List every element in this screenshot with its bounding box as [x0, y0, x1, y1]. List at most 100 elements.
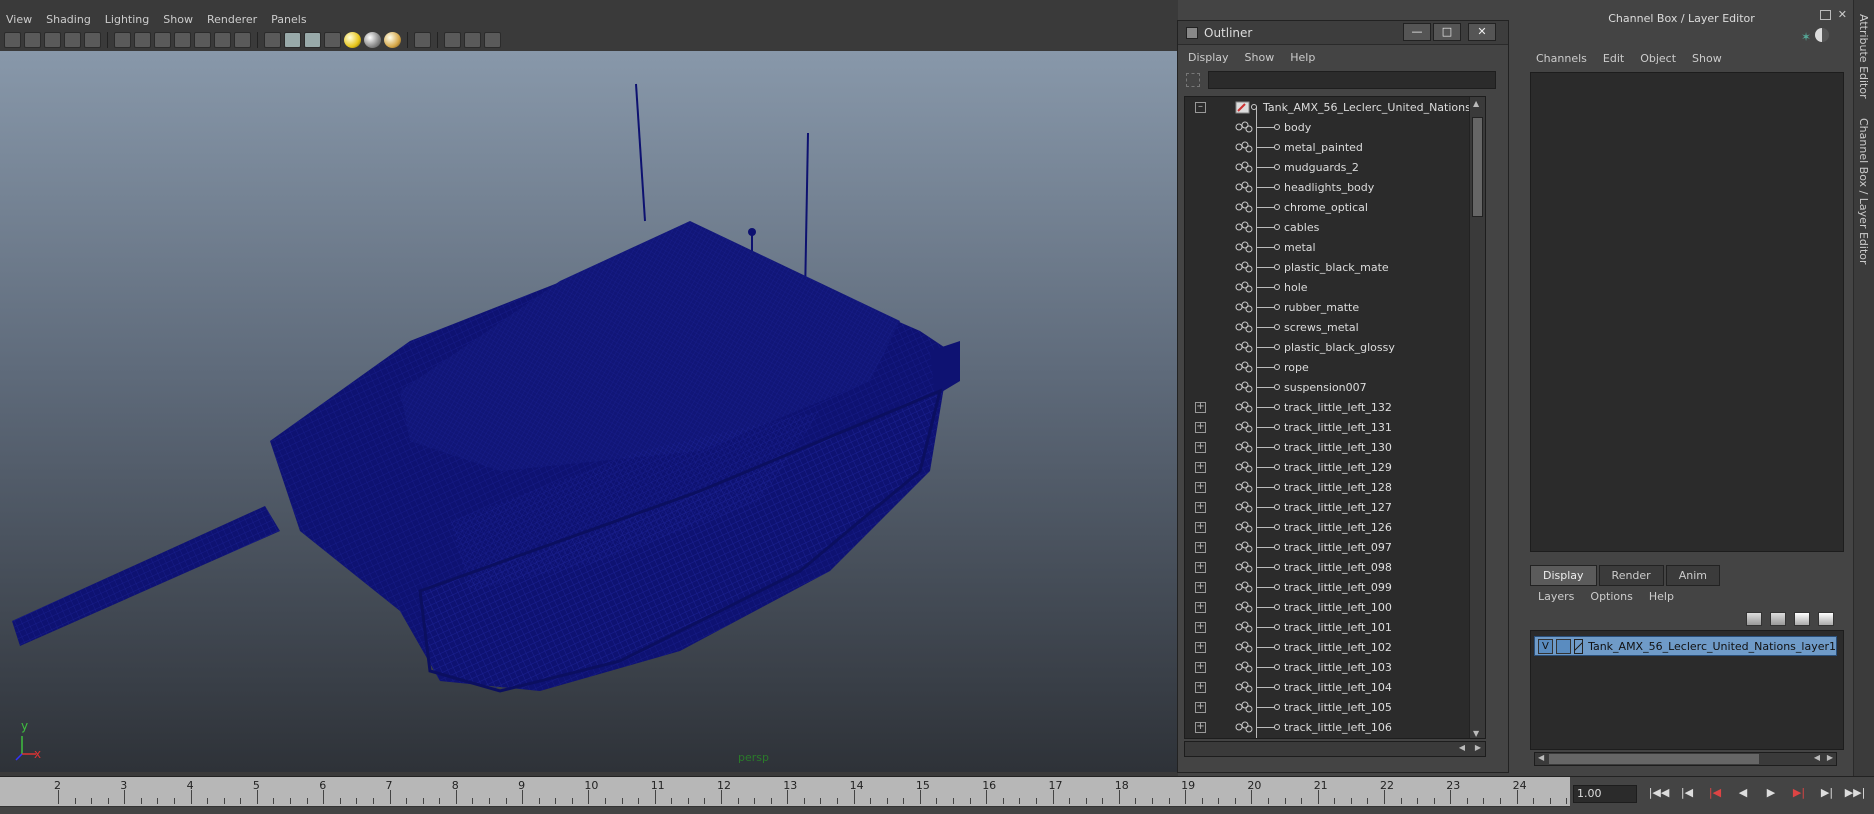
- tree-row[interactable]: + track_little_left_104: [1185, 677, 1485, 697]
- menu-renderer[interactable]: Renderer: [207, 13, 257, 26]
- expand-icon[interactable]: +: [1195, 621, 1206, 633]
- collapse-icon[interactable]: –: [1195, 101, 1206, 113]
- textured-icon[interactable]: [324, 32, 341, 48]
- layer-playback-toggle[interactable]: [1555, 638, 1571, 654]
- tree-row[interactable]: + track_little_left_099: [1185, 577, 1485, 597]
- step-forward-frame-icon[interactable]: ▶|: [1816, 785, 1838, 801]
- expand-icon[interactable]: +: [1195, 601, 1206, 613]
- tree-row[interactable]: metal: [1185, 237, 1485, 257]
- menu-panels[interactable]: Panels: [271, 13, 306, 26]
- outliner-horizontal-scrollbar[interactable]: ◀ ▶: [1184, 741, 1486, 757]
- tree-row[interactable]: + track_little_left_105: [1185, 697, 1485, 717]
- tree-row[interactable]: suspension007: [1185, 377, 1485, 397]
- expand-icon[interactable]: +: [1195, 521, 1206, 533]
- tree-row[interactable]: chrome_optical: [1185, 197, 1485, 217]
- layer-menu-options[interactable]: Options: [1590, 590, 1632, 603]
- menu-show[interactable]: Show: [163, 13, 193, 26]
- outliner-menu-show[interactable]: Show: [1245, 51, 1275, 64]
- layer-menu-help[interactable]: Help: [1649, 590, 1674, 603]
- new-layer-selected-icon[interactable]: [1818, 612, 1834, 626]
- high-quality-icon[interactable]: [384, 32, 401, 48]
- outliner-menu-display[interactable]: Display: [1188, 51, 1229, 64]
- safe-action-icon[interactable]: [214, 32, 231, 48]
- expand-icon[interactable]: +: [1195, 681, 1206, 693]
- maximize-icon[interactable]: □: [1433, 23, 1461, 41]
- isolate-select-icon[interactable]: [414, 32, 431, 48]
- tab-channel-box[interactable]: Channel Box / Layer Editor: [1857, 118, 1870, 265]
- tree-row[interactable]: plastic_black_glossy: [1185, 337, 1485, 357]
- tab-display[interactable]: Display: [1530, 565, 1597, 586]
- expand-icon[interactable]: +: [1195, 481, 1206, 493]
- shadows-icon[interactable]: [364, 32, 381, 48]
- scroll-down-icon[interactable]: ▼: [1473, 729, 1479, 738]
- close-icon[interactable]: ✕: [1468, 23, 1496, 41]
- scroll-left-icon[interactable]: ◀: [1814, 753, 1820, 762]
- expand-icon[interactable]: +: [1195, 721, 1206, 733]
- bookmark-icon[interactable]: [44, 32, 61, 48]
- time-ruler[interactable]: 2 3 4 5 6 7 8 9 10 11 12 13 14 15 16 17 18 19 20 21 22 23 24: [0, 777, 1570, 807]
- play-backwards-icon[interactable]: ◀: [1732, 785, 1754, 801]
- expand-icon[interactable]: +: [1195, 401, 1206, 413]
- scroll-right-icon[interactable]: ▶: [1475, 743, 1481, 752]
- tab-render[interactable]: Render: [1598, 565, 1664, 586]
- safe-title-icon[interactable]: [234, 32, 251, 48]
- expand-icon[interactable]: +: [1195, 501, 1206, 513]
- scroll-left-icon[interactable]: ◀: [1459, 743, 1465, 752]
- tree-row-root[interactable]: – Tank_AMX_56_Leclerc_United_Nations: [1185, 97, 1485, 117]
- move-layer-up-icon[interactable]: [1746, 612, 1762, 626]
- outliner-vertical-scrollbar[interactable]: ▲ ▼: [1469, 97, 1485, 738]
- viewport-canvas[interactable]: y x persp: [0, 51, 1178, 772]
- layer-color-icon[interactable]: [1573, 638, 1584, 654]
- tab-attribute-editor[interactable]: Attribute Editor: [1857, 14, 1870, 99]
- layer-row[interactable]: V Tank_AMX_56_Leclerc_United_Nations_lay…: [1534, 636, 1837, 656]
- expand-icon[interactable]: +: [1195, 461, 1206, 473]
- tab-anim[interactable]: Anim: [1665, 565, 1720, 586]
- scroll-thumb[interactable]: [1549, 754, 1759, 764]
- tree-row[interactable]: + track_little_left_127: [1185, 497, 1485, 517]
- tree-row[interactable]: + track_little_left_126: [1185, 517, 1485, 537]
- outliner-tree[interactable]: – Tank_AMX_56_Leclerc_United_Nations bod…: [1184, 96, 1486, 739]
- half-moon-icon[interactable]: [1815, 28, 1829, 42]
- minimize-icon[interactable]: —: [1403, 23, 1431, 41]
- tank-wireframe-model[interactable]: [0, 51, 1178, 772]
- tree-row[interactable]: + track_little_left_097: [1185, 537, 1485, 557]
- scroll-up-icon[interactable]: ▲: [1473, 99, 1479, 108]
- tree-row[interactable]: cables: [1185, 217, 1485, 237]
- tree-row[interactable]: plastic_black_mate: [1185, 257, 1485, 277]
- menu-view[interactable]: View: [6, 13, 32, 26]
- cb-menu-edit[interactable]: Edit: [1603, 52, 1624, 65]
- current-frame-field[interactable]: 1.00: [1573, 785, 1637, 803]
- expand-icon[interactable]: +: [1195, 701, 1206, 713]
- filter-icon[interactable]: [1186, 73, 1200, 87]
- tree-row[interactable]: hole: [1185, 277, 1485, 297]
- expand-icon[interactable]: +: [1195, 441, 1206, 453]
- outliner-titlebar[interactable]: Outliner — □ ✕: [1178, 21, 1508, 45]
- axis-icon[interactable]: ✶: [1801, 30, 1811, 44]
- step-forward-key-icon[interactable]: ▶|: [1788, 785, 1810, 801]
- smooth-shade-icon[interactable]: [284, 32, 301, 48]
- tree-row[interactable]: + track_little_left_098: [1185, 557, 1485, 577]
- share-icon[interactable]: [484, 32, 501, 48]
- expand-icon[interactable]: +: [1195, 561, 1206, 573]
- outliner-menu-help[interactable]: Help: [1290, 51, 1315, 64]
- grid-icon[interactable]: [114, 32, 131, 48]
- camera-lock-icon[interactable]: [24, 32, 41, 48]
- go-to-end-icon[interactable]: ▶▶|: [1844, 785, 1866, 801]
- tree-row[interactable]: + track_little_left_129: [1185, 457, 1485, 477]
- close-panel-icon[interactable]: ✕: [1838, 8, 1847, 21]
- step-back-key-icon[interactable]: |◀: [1704, 785, 1726, 801]
- tree-row[interactable]: mudguards_2: [1185, 157, 1485, 177]
- wireframe-icon[interactable]: [264, 32, 281, 48]
- expand-icon[interactable]: +: [1195, 421, 1206, 433]
- tree-row[interactable]: rope: [1185, 357, 1485, 377]
- move-layer-down-icon[interactable]: [1770, 612, 1786, 626]
- field-chart-icon[interactable]: [194, 32, 211, 48]
- tree-row[interactable]: + track_little_left_131: [1185, 417, 1485, 437]
- gate-mask-icon[interactable]: [174, 32, 191, 48]
- layer-visibility-toggle[interactable]: V: [1538, 638, 1553, 654]
- tree-row[interactable]: rubber_matte: [1185, 297, 1485, 317]
- tree-row[interactable]: + track_little_left_103: [1185, 657, 1485, 677]
- new-layer-icon[interactable]: [1794, 612, 1810, 626]
- tree-row[interactable]: + track_little_left_128: [1185, 477, 1485, 497]
- layer-horizontal-scrollbar[interactable]: ◀ ◀ ▶: [1534, 752, 1837, 766]
